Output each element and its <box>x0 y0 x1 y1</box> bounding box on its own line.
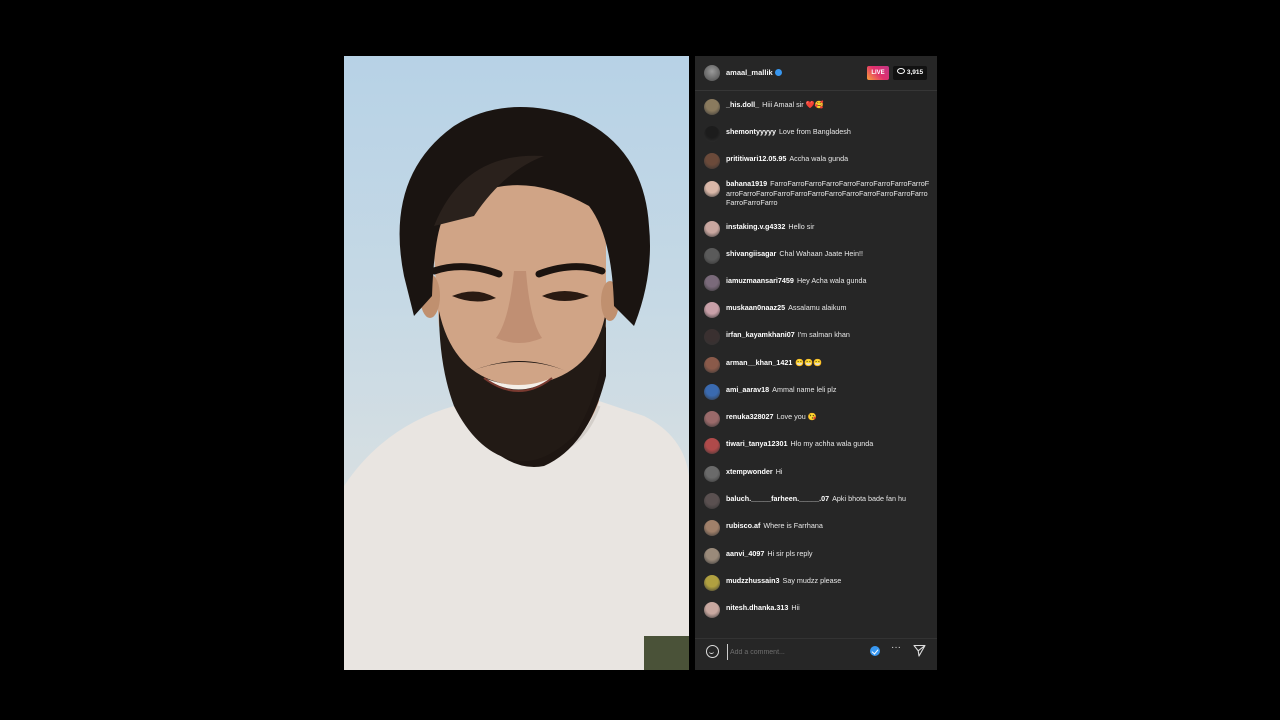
comment-avatar[interactable] <box>704 99 720 115</box>
comment-message: 😁😁😁 <box>795 358 823 367</box>
host-avatar[interactable] <box>704 65 720 81</box>
comment-text: aanvi_4097 Hi sir pls reply <box>726 549 930 559</box>
comment-input[interactable] <box>727 644 862 660</box>
comment-message: Hlo my achha wala gunda <box>790 439 874 448</box>
comment-text: ami_aarav18 Ammal name leli plz <box>726 385 930 395</box>
host-username[interactable]: amaal_mallik <box>726 68 782 77</box>
more-icon[interactable]: ··· <box>891 642 901 653</box>
comment-username[interactable]: irfan_kayamkhani07 <box>726 330 795 339</box>
comment-avatar[interactable] <box>704 411 720 427</box>
comment-avatar[interactable] <box>704 302 720 318</box>
comment-message: Hi <box>775 467 783 476</box>
comment-username[interactable]: aanvi_4097 <box>726 549 764 558</box>
comment-message: Accha wala gunda <box>789 154 849 163</box>
comment-avatar[interactable] <box>704 602 720 618</box>
comment-avatar[interactable] <box>704 126 720 142</box>
comment-username[interactable]: baluch._____farheen._____.07 <box>726 494 829 503</box>
comment-message: Hello sir <box>788 222 815 231</box>
send-icon[interactable] <box>913 644 926 657</box>
comment-text: xtempwonder Hi <box>726 467 930 477</box>
comment-avatar[interactable] <box>704 153 720 169</box>
comment-username[interactable]: muskaan0naaz25 <box>726 303 785 312</box>
comment-avatar[interactable] <box>704 357 720 373</box>
comment-text: irfan_kayamkhani07 I'm salman khan <box>726 330 930 340</box>
comment-message: Apki bhota bade fan hu <box>832 494 907 503</box>
comments-list[interactable]: _his.doll_ Hiii Amaal sir ❤️🥰 shemontyyyyy… <box>695 92 937 632</box>
comment-avatar[interactable] <box>704 438 720 454</box>
comment-text: rubisco.af Where is Farrhana <box>726 521 930 531</box>
comment-avatar[interactable] <box>704 575 720 591</box>
comment-username[interactable]: prititiwari12.05.95 <box>726 154 786 163</box>
comment-username[interactable]: shivangiisagar <box>726 249 776 258</box>
comment-avatar[interactable] <box>704 275 720 291</box>
verified-check-icon[interactable] <box>870 646 880 656</box>
verified-badge-icon <box>774 68 782 76</box>
comment-text: shemontyyyyy Love from Bangladesh <box>726 127 930 137</box>
comment-avatar[interactable] <box>704 548 720 564</box>
comment-message: Love you 😘 <box>776 412 817 421</box>
comment-text: prititiwari12.05.95 Accha wala gunda <box>726 154 930 164</box>
comment-username[interactable]: xtempwonder <box>726 467 773 476</box>
comment-username[interactable]: shemontyyyyy <box>726 127 776 136</box>
viewer-count-badge: 3,915 <box>893 66 927 80</box>
comment-username[interactable]: tiwari_tanya12301 <box>726 439 788 448</box>
comment-message: Assalamu alaikum <box>788 303 847 312</box>
comment-text: renuka328027 Love you 😘 <box>726 412 930 422</box>
comment-avatar[interactable] <box>704 520 720 536</box>
comment-username[interactable]: nitesh.dhanka.313 <box>726 603 788 612</box>
comment-avatar[interactable] <box>704 384 720 400</box>
comment-message: Where is Farrhana <box>763 521 823 530</box>
comment-text: baluch._____farheen._____.07 Apki bhota b… <box>726 494 930 504</box>
comment-avatar[interactable] <box>704 466 720 482</box>
comment-username[interactable]: _his.doll_ <box>726 100 759 109</box>
comment-avatar[interactable] <box>704 248 720 264</box>
comment-text: instaking.v.g4332 Hello sir <box>726 222 930 232</box>
streamer-video-frame <box>344 107 689 670</box>
comment-message: Hey Acha wala gunda <box>796 276 867 285</box>
comment-text: bahana1919 FarroFarroFarroFarroFarroFarro… <box>726 179 930 208</box>
comment-text: mudzzhussain3 Say mudzz please <box>726 576 930 586</box>
comment-text: arman__khan_1421 😁😁😁 <box>726 358 930 368</box>
comment-username[interactable]: mudzzhussain3 <box>726 576 780 585</box>
comment-avatar[interactable] <box>704 493 720 509</box>
comment-username[interactable]: arman__khan_1421 <box>726 358 792 367</box>
comment-avatar[interactable] <box>704 329 720 345</box>
comment-username[interactable]: bahana1919 <box>726 179 767 188</box>
comment-text: _his.doll_ Hiii Amaal sir ❤️🥰 <box>726 100 930 110</box>
chat-header: amaal_mallik LIVE 3,915 <box>695 56 937 91</box>
comment-message: Love from Bangladesh <box>778 127 851 136</box>
comment-message: Chal Wahaan Jaate Hein!! <box>779 249 863 258</box>
comment-avatar[interactable] <box>704 221 720 237</box>
comment-message: Ammal name leli plz <box>772 385 837 394</box>
eye-icon <box>896 68 905 75</box>
comment-message: Hi sir pls reply <box>767 549 813 558</box>
comment-composer: ··· <box>695 638 937 671</box>
comment-avatar[interactable] <box>704 181 720 197</box>
live-video[interactable] <box>344 56 689 670</box>
comment-message: Say mudzz please <box>782 576 842 585</box>
comment-username[interactable]: iamuzmaansari7459 <box>726 276 794 285</box>
host-username-text[interactable]: amaal_mallik <box>726 68 773 77</box>
viewer-count: 3,915 <box>906 69 924 76</box>
comment-text: tiwari_tanya12301 Hlo my achha wala gunda <box>726 439 930 449</box>
emoji-icon[interactable] <box>706 645 719 658</box>
live-badge: LIVE <box>867 66 889 80</box>
comment-text: shivangiisagar Chal Wahaan Jaate Hein!! <box>726 249 930 259</box>
comment-message: Hiii Amaal sir ❤️🥰 <box>762 100 824 109</box>
comment-username[interactable]: instaking.v.g4332 <box>726 222 785 231</box>
comment-text: nitesh.dhanka.313 Hii <box>726 603 930 613</box>
comment-text: iamuzmaansari7459 Hey Acha wala gunda <box>726 276 930 286</box>
live-chat-panel: amaal_mallik LIVE 3,915 _his.doll_ Hiii A… <box>695 56 937 670</box>
comment-message: I'm salman khan <box>797 330 850 339</box>
comment-username[interactable]: rubisco.af <box>726 521 760 530</box>
comment-message: Hii <box>791 603 800 612</box>
comment-text: muskaan0naaz25 Assalamu alaikum <box>726 303 930 313</box>
comment-username[interactable]: renuka328027 <box>726 412 774 421</box>
comment-username[interactable]: ami_aarav18 <box>726 385 769 394</box>
